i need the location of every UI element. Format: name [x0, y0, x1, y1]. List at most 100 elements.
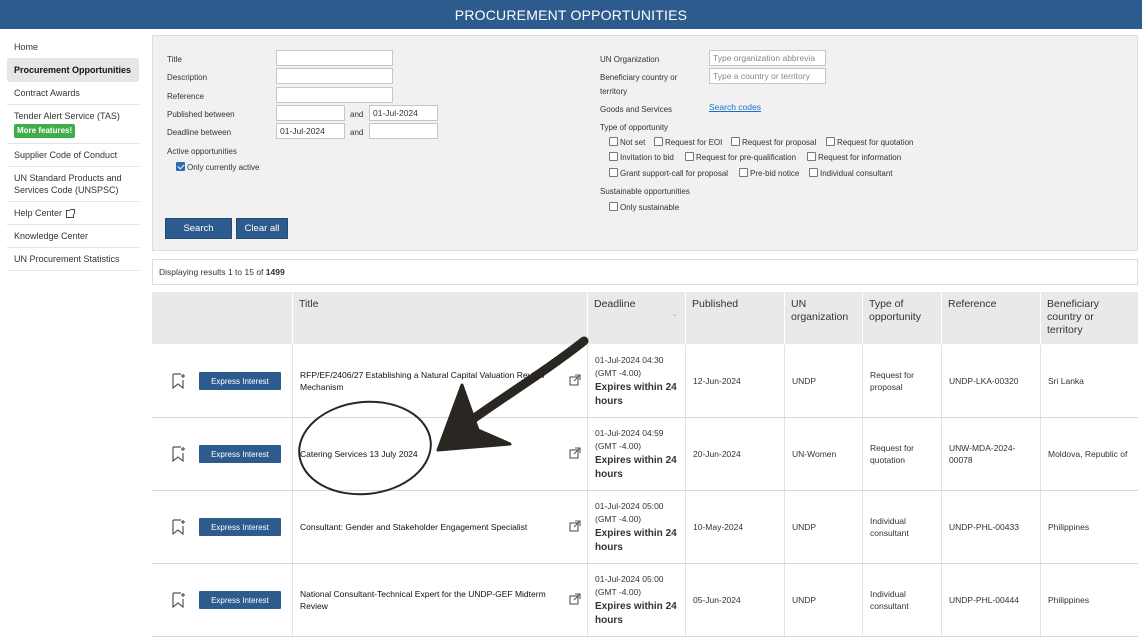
- sidebar-item-knowledge-center[interactable]: Knowledge Center: [7, 225, 139, 248]
- opportunity-title-link[interactable]: Catering Services 13 July 2024: [292, 418, 587, 490]
- active-opportunities-label: Active opportunities: [167, 147, 237, 156]
- deadline-to-input[interactable]: [369, 123, 438, 139]
- results-summary: Displaying results 1 to 15 of 1499: [152, 259, 1138, 285]
- table-row: Express Interest Consultant: Gender and …: [152, 491, 1138, 564]
- column-header-deadline[interactable]: Deadline ⌄: [587, 292, 685, 344]
- published-to-input[interactable]: 01-Jul-2024: [369, 105, 438, 121]
- search-codes-link[interactable]: Search codes: [709, 102, 761, 112]
- organization-cell: UNDP: [784, 491, 862, 563]
- expires-notice: Expires within 24 hours: [595, 600, 677, 626]
- deadline-date: 01-Jul-2024 04:59: [595, 427, 664, 438]
- results-table: Title Deadline ⌄ Published UN organizati…: [152, 292, 1138, 640]
- type-cell: Individual consultant: [862, 564, 941, 636]
- reference-cell: UNDP-PHL-00433: [941, 491, 1040, 563]
- sidebar-item-contract-awards[interactable]: Contract Awards: [7, 82, 139, 105]
- bookmark-icon[interactable]: [172, 519, 186, 535]
- goods-services-label: Goods and Services: [600, 105, 673, 114]
- opportunity-title-link[interactable]: RFP/EF/2406/27 Establishing a Natural Ca…: [292, 345, 587, 417]
- description-input[interactable]: [276, 68, 393, 84]
- proposal-checkbox[interactable]: [731, 137, 740, 146]
- organization-cell: UNDP: [784, 345, 862, 417]
- consultant-checkbox[interactable]: [809, 168, 818, 177]
- quotation-checkbox[interactable]: [826, 137, 835, 146]
- more-features-badge: More features!: [14, 124, 76, 138]
- opportunity-title: National Consultant-Technical Expert for…: [300, 589, 546, 611]
- beneficiary-label: Beneficiary country or: [600, 73, 678, 82]
- deadline-cell: 01-Jul-2024 04:59 (GMT -4.00) Expires wi…: [587, 418, 685, 490]
- bookmark-icon[interactable]: [172, 446, 186, 462]
- un-organization-input[interactable]: Type organization abbrevia: [709, 50, 826, 66]
- express-interest-button[interactable]: Express Interest: [199, 591, 281, 609]
- external-link-icon[interactable]: [569, 447, 581, 459]
- not-set-checkbox[interactable]: [609, 137, 618, 146]
- reference-cell: UNDP-LKA-00320: [941, 345, 1040, 417]
- published-from-input[interactable]: [276, 105, 345, 121]
- express-interest-button[interactable]: Express Interest: [199, 445, 281, 463]
- column-header-beneficiary[interactable]: Beneficiary country or territory: [1040, 292, 1138, 344]
- proposal-label: Request for proposal: [742, 138, 817, 147]
- grant-label: Grant support-call for proposal: [620, 169, 729, 178]
- published-between-label: Published between: [167, 110, 235, 119]
- published-cell: 12-Jun-2024: [685, 345, 784, 417]
- country-cell: Philippines: [1040, 491, 1138, 563]
- prebid-label: Pre-bid notice: [750, 169, 800, 178]
- column-header-un-organization[interactable]: UN organization: [784, 292, 862, 344]
- type-cell: Individual consultant: [862, 491, 941, 563]
- external-link-icon[interactable]: [569, 374, 581, 386]
- clear-all-button[interactable]: Clear all: [236, 218, 288, 239]
- opportunity-title-link[interactable]: National Consultant-Technical Expert for…: [292, 564, 587, 636]
- bookmark-icon[interactable]: [172, 373, 186, 389]
- sidebar-item-home[interactable]: Home: [7, 36, 139, 59]
- published-cell: 20-Jun-2024: [685, 418, 784, 490]
- express-interest-button[interactable]: Express Interest: [199, 372, 281, 390]
- beneficiary-input[interactable]: Type a country or territory: [709, 68, 826, 84]
- deadline-timezone: (GMT -4.00): [595, 587, 642, 597]
- grant-checkbox[interactable]: [609, 168, 618, 177]
- express-interest-button[interactable]: Express Interest: [199, 518, 281, 536]
- column-header-title[interactable]: Title: [292, 292, 587, 344]
- expires-notice: Expires within 24 hours: [595, 381, 677, 407]
- sort-icon: ⌄: [671, 312, 677, 318]
- search-button[interactable]: Search: [165, 218, 232, 239]
- information-label: Request for information: [818, 153, 902, 162]
- column-header-published[interactable]: Published: [685, 292, 784, 344]
- column-header-reference[interactable]: Reference: [941, 292, 1040, 344]
- filter-panel: Title Description Reference Published be…: [152, 35, 1138, 251]
- invitation-checkbox[interactable]: [609, 152, 618, 161]
- sidebar: Home Procurement Opportunities Contract …: [7, 36, 139, 271]
- column-header-type[interactable]: Type of opportunity: [862, 292, 941, 344]
- prequalification-checkbox[interactable]: [685, 152, 694, 161]
- deadline-timezone: (GMT -4.00): [595, 368, 642, 378]
- opportunity-title: Catering Services 13 July 2024: [300, 449, 418, 459]
- external-link-icon[interactable]: [569, 520, 581, 532]
- sidebar-item-help-center[interactable]: Help Center: [7, 202, 139, 225]
- sidebar-item-procurement-opportunities[interactable]: Procurement Opportunities: [7, 59, 139, 82]
- sidebar-item-statistics[interactable]: UN Procurement Statistics: [7, 248, 139, 271]
- sustainable-label: Sustainable opportunities: [600, 187, 690, 196]
- expires-notice: Expires within 24 hours: [595, 527, 677, 553]
- reference-input[interactable]: [276, 87, 393, 103]
- eoi-checkbox[interactable]: [654, 137, 663, 146]
- deadline-date: 01-Jul-2024 05:00: [595, 573, 664, 584]
- only-sustainable-checkbox[interactable]: [609, 202, 618, 211]
- sidebar-item-unspsc[interactable]: UN Standard Products and Services Code (…: [7, 167, 139, 202]
- external-link-icon[interactable]: [569, 593, 581, 605]
- opportunity-title: Consultant: Gender and Stakeholder Engag…: [300, 522, 528, 532]
- information-checkbox[interactable]: [807, 152, 816, 161]
- organization-cell: UN-Women: [784, 418, 862, 490]
- un-organization-label: UN Organization: [600, 55, 660, 64]
- reference-cell: UNDP-PHL-00444: [941, 564, 1040, 636]
- only-active-checkbox[interactable]: [176, 162, 185, 171]
- bookmark-icon[interactable]: [172, 592, 186, 608]
- sidebar-item-supplier-code[interactable]: Supplier Code of Conduct: [7, 144, 139, 167]
- prebid-checkbox[interactable]: [739, 168, 748, 177]
- deadline-from-input[interactable]: 01-Jul-2024: [276, 123, 345, 139]
- reference-label: Reference: [167, 92, 204, 101]
- results-prefix: Displaying results 1 to 15 of: [159, 267, 264, 277]
- quotation-label: Request for quotation: [837, 138, 914, 147]
- opportunity-title-link[interactable]: Consultant: Gender and Stakeholder Engag…: [292, 491, 587, 563]
- sidebar-item-tas[interactable]: Tender Alert Service (TAS) More features…: [7, 105, 139, 144]
- deadline-cell: 01-Jul-2024 05:00 (GMT -4.00) Expires wi…: [587, 564, 685, 636]
- not-set-label: Not set: [620, 138, 646, 147]
- title-input[interactable]: [276, 50, 393, 66]
